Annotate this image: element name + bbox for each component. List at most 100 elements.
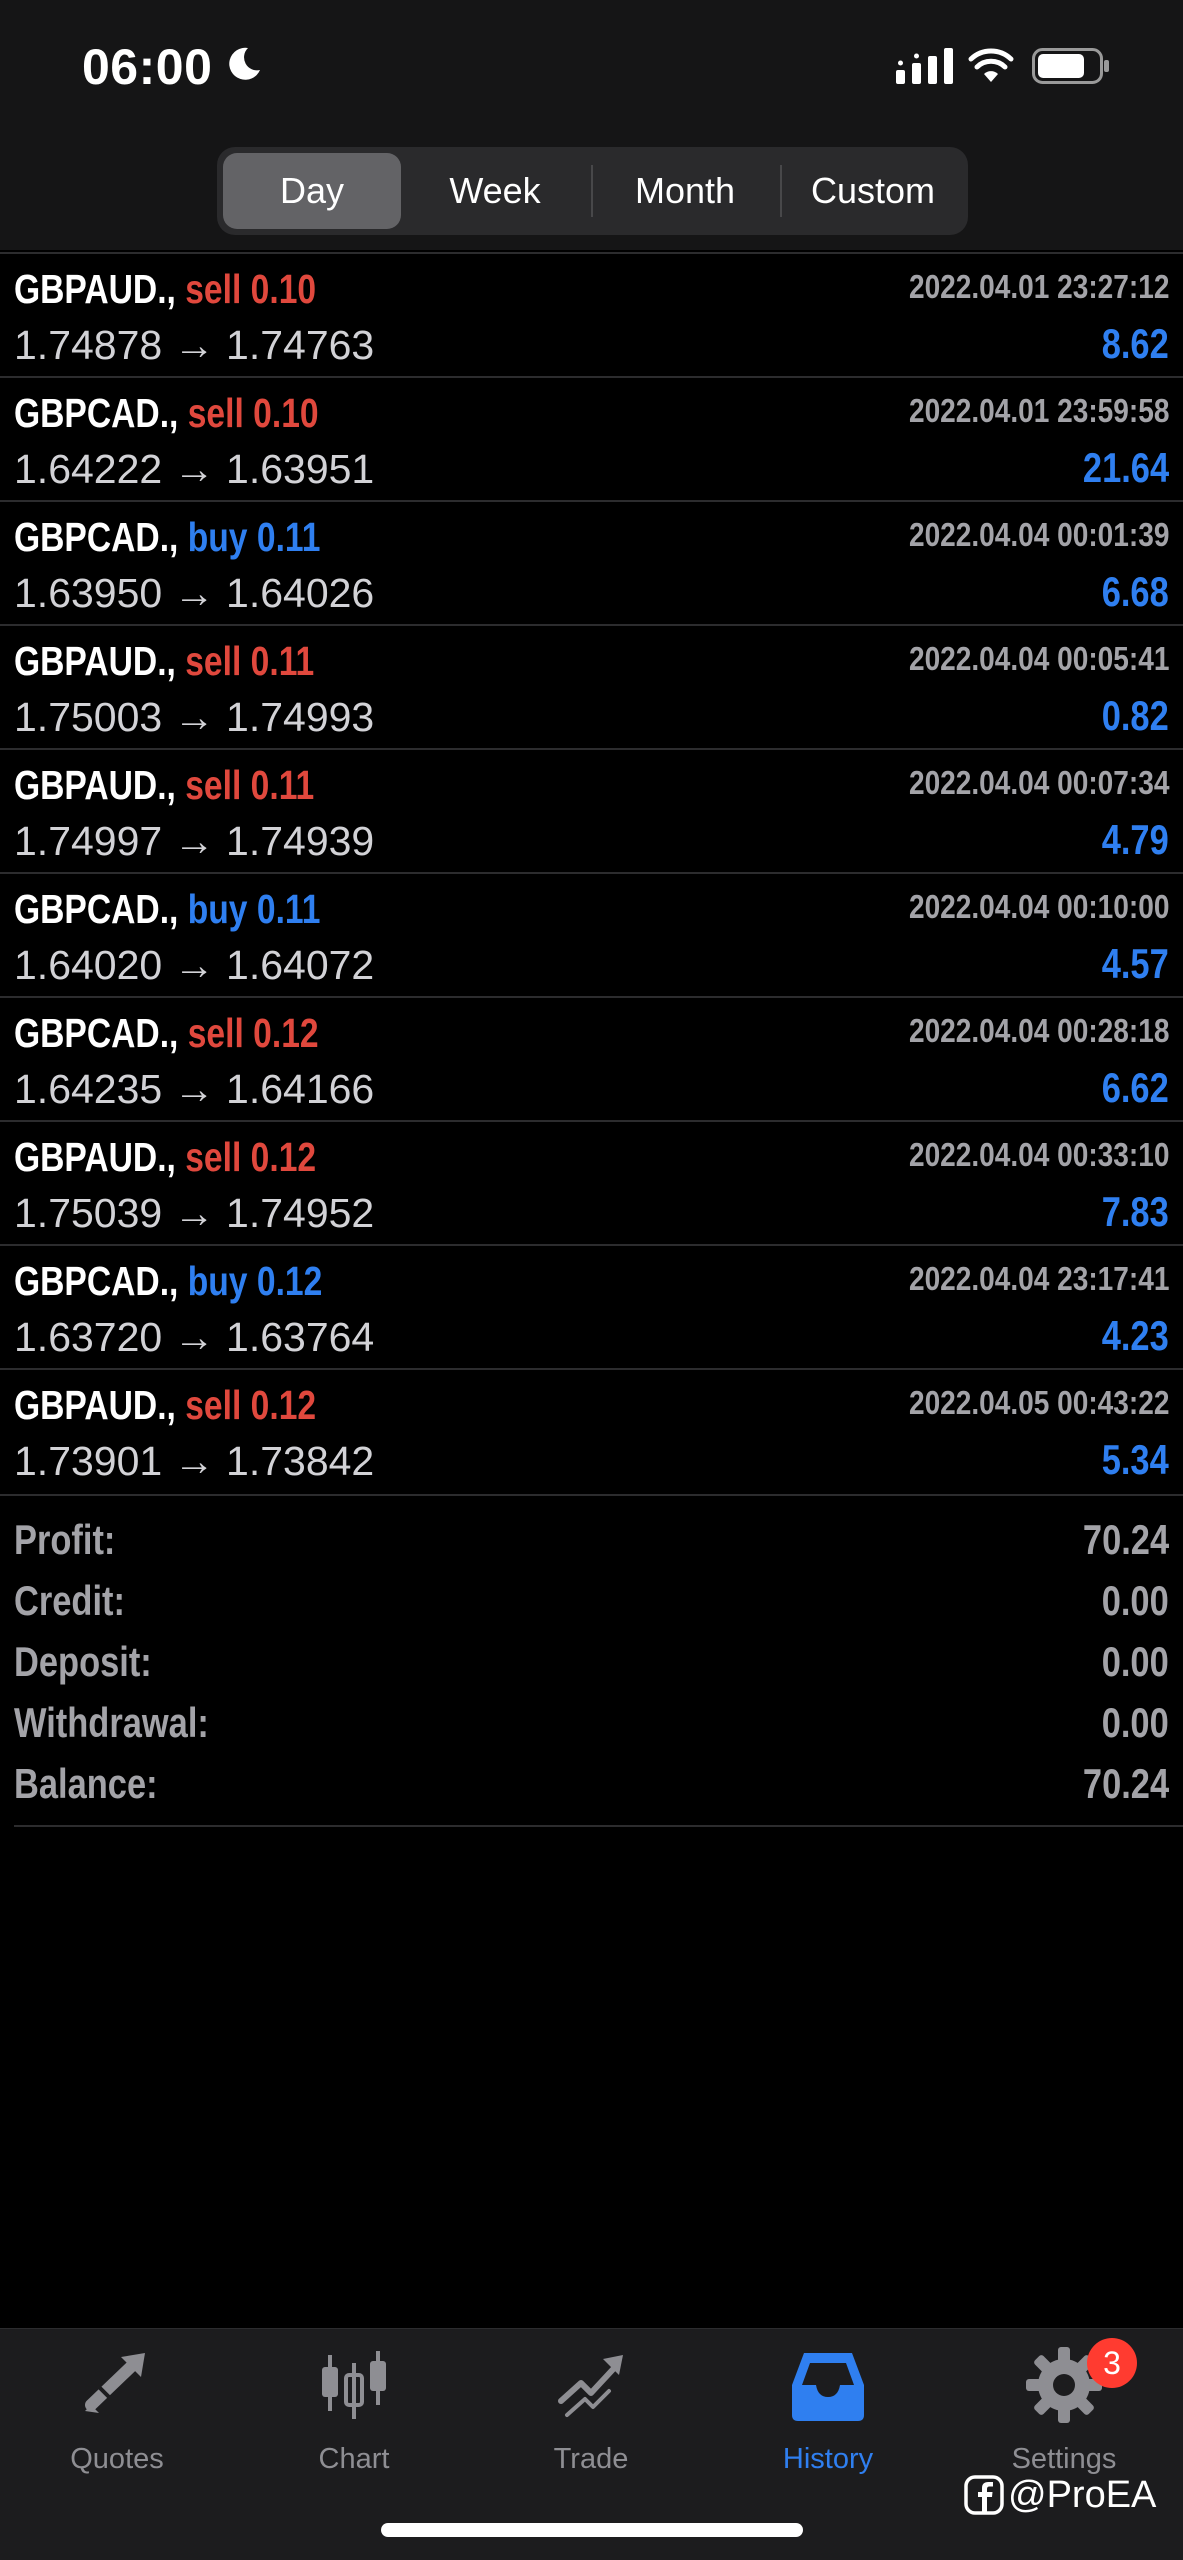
facebook-icon: [964, 2475, 1004, 2515]
trade-profit: 4.57: [1101, 940, 1169, 987]
tab-label: Trade: [553, 2443, 629, 2475]
tab-history[interactable]: History: [728, 2345, 928, 2495]
trade-prices: 1.73901 → 1.73842: [14, 1438, 375, 1484]
period-segmented-control: Day Week Month Custom: [217, 147, 968, 235]
trade-time: 2022.04.01 23:59:58: [908, 392, 1169, 429]
tab-label: Chart: [318, 2443, 390, 2475]
trade-symbol: GBPCAD., sell 0.10: [14, 390, 319, 436]
cellular-signal-icon: [896, 48, 953, 84]
trade-volume: 0.12: [256, 1258, 323, 1304]
trade-symbol: GBPAUD., sell 0.11: [14, 638, 315, 684]
history-icon: [792, 2353, 864, 2421]
summary-label: Profit:: [14, 1516, 116, 1563]
trade-row[interactable]: GBPCAD., buy 0.12 2022.04.04 23:17:41 1.…: [0, 1244, 1183, 1368]
trade-symbol: GBPCAD., buy 0.12: [14, 1258, 323, 1304]
trade-prices: 1.64222 → 1.63951: [14, 446, 375, 492]
watermark-text: @ProEA: [1008, 2473, 1157, 2516]
wifi-icon: [968, 48, 1014, 82]
history-screen: 06:00 Day Week Month Custom GBPAUD., sel…: [0, 0, 1183, 2560]
trade-row[interactable]: GBPCAD., sell 0.10 2022.04.01 23:59:58 1…: [0, 376, 1183, 500]
summary-row-deposit: Deposit: 0.00: [14, 1632, 1169, 1692]
trade-time: 2022.04.04 00:01:39: [908, 516, 1169, 553]
trade-symbol: GBPAUD., sell 0.12: [14, 1382, 317, 1428]
trade-time: 2022.04.04 00:33:10: [908, 1136, 1169, 1173]
summary-row-credit: Credit: 0.00: [14, 1571, 1169, 1631]
trade-profit: 4.23: [1101, 1312, 1169, 1359]
tab-label: Quotes: [70, 2443, 164, 2475]
summary-divider: [0, 1494, 1183, 1496]
trade-row[interactable]: GBPAUD., sell 0.11 2022.04.04 00:07:34 1…: [0, 748, 1183, 872]
trade-side: buy: [187, 514, 248, 560]
watermark: @ProEA: [964, 2470, 1156, 2520]
trade-icon: [558, 2355, 623, 2417]
trade-profit: 21.64: [1082, 444, 1169, 491]
summary-label: Credit:: [14, 1577, 125, 1624]
trade-volume: 0.10: [253, 390, 319, 436]
tab-trade[interactable]: Trade: [491, 2345, 691, 2495]
summary-row-profit: Profit: 70.24: [14, 1510, 1169, 1570]
summary-label: Deposit:: [14, 1638, 152, 1685]
summary-row-withdrawal: Withdrawal: 0.00: [14, 1693, 1169, 1753]
trade-prices: 1.63950 → 1.64026: [14, 570, 375, 616]
tab-day[interactable]: Day: [223, 153, 401, 229]
tab-label: History: [782, 2443, 874, 2475]
trade-profit: 4.79: [1101, 816, 1169, 863]
trade-volume: 0.11: [256, 886, 321, 932]
summary-row-balance: Balance: 70.24: [14, 1754, 1169, 1814]
trade-prices: 1.63720 → 1.63764: [14, 1314, 375, 1360]
trade-side: sell: [185, 762, 242, 808]
trade-row[interactable]: GBPAUD., sell 0.12 2022.04.04 00:33:10 1…: [0, 1120, 1183, 1244]
trade-row[interactable]: GBPCAD., sell 0.12 2022.04.04 00:28:18 1…: [0, 996, 1183, 1120]
tab-custom[interactable]: Custom: [783, 153, 963, 229]
trade-row[interactable]: GBPAUD., sell 0.11 2022.04.04 00:05:41 1…: [0, 624, 1183, 748]
summary-value: 0.00: [1101, 1699, 1169, 1746]
trade-prices: 1.74997 → 1.74939: [14, 818, 375, 864]
trade-volume: 0.10: [250, 266, 317, 312]
trade-side: buy: [187, 1258, 248, 1304]
trade-row[interactable]: GBPAUD., sell 0.10 2022.04.01 23:27:12 1…: [0, 252, 1183, 376]
tab-week[interactable]: Week: [405, 153, 585, 229]
tab-quotes[interactable]: Quotes: [17, 2345, 217, 2495]
trade-time: 2022.04.04 00:05:41: [908, 640, 1169, 677]
trade-prices: 1.75003 → 1.74993: [14, 694, 375, 740]
summary-value: 70.24: [1082, 1760, 1169, 1807]
segment-divider: [780, 165, 782, 217]
trade-profit: 0.82: [1101, 692, 1169, 739]
trade-row[interactable]: GBPCAD., buy 0.11 2022.04.04 00:01:39 1.…: [0, 500, 1183, 624]
trade-volume: 0.12: [250, 1382, 317, 1428]
summary-value: 70.24: [1082, 1516, 1169, 1563]
trade-time: 2022.04.04 00:28:18: [908, 1012, 1169, 1049]
trade-row[interactable]: GBPCAD., buy 0.11 2022.04.04 00:10:00 1.…: [0, 872, 1183, 996]
tab-chart[interactable]: Chart: [254, 2345, 454, 2495]
chart-icon: [322, 2351, 386, 2419]
trade-side: buy: [187, 886, 248, 932]
status-bar: 06:00: [0, 0, 1183, 130]
trade-side: sell: [185, 1134, 242, 1180]
trade-row[interactable]: GBPAUD., sell 0.12 2022.04.05 00:43:22 1…: [0, 1368, 1183, 1492]
trade-time: 2022.04.04 00:10:00: [908, 888, 1169, 925]
trade-volume: 0.11: [256, 514, 321, 560]
battery-icon: [1032, 48, 1109, 84]
trade-time: 2022.04.04 23:17:41: [908, 1260, 1169, 1297]
tab-month[interactable]: Month: [595, 153, 775, 229]
trade-side: sell: [185, 638, 242, 684]
moon-icon: [229, 47, 260, 80]
trade-profit: 8.62: [1101, 320, 1169, 367]
trade-symbol: GBPCAD., buy 0.11: [14, 514, 321, 560]
trade-prices: 1.64235 → 1.64166: [14, 1066, 375, 1112]
summary-value: 0.00: [1101, 1577, 1169, 1624]
trade-prices: 1.75039 → 1.74952: [14, 1190, 375, 1236]
trade-symbol: GBPCAD., buy 0.11: [14, 886, 321, 932]
trade-volume: 0.12: [250, 1134, 317, 1180]
trade-symbol: GBPAUD., sell 0.10: [14, 266, 317, 312]
trade-profit: 7.83: [1101, 1188, 1169, 1235]
trade-symbol: GBPAUD., sell 0.11: [14, 762, 315, 808]
trade-profit: 6.68: [1101, 568, 1169, 615]
home-indicator[interactable]: [381, 2523, 803, 2537]
summary-divider: [14, 1825, 1183, 1827]
status-time: 06:00: [82, 39, 213, 95]
trade-side: sell: [187, 390, 244, 436]
trade-volume: 0.11: [250, 638, 315, 684]
trade-prices: 1.74878 → 1.74763: [14, 322, 375, 368]
quotes-icon: [85, 2353, 145, 2413]
